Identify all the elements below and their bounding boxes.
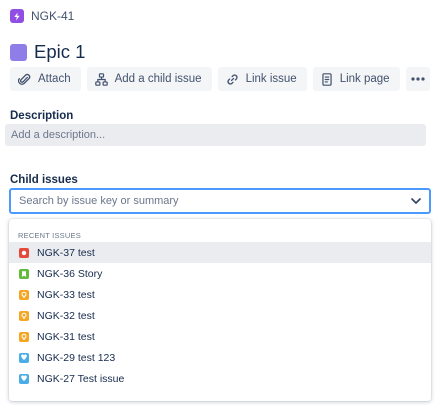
- page-icon: [322, 72, 332, 86]
- story-icon: [19, 268, 29, 279]
- list-item[interactable]: NGK-36 Story: [9, 263, 431, 284]
- list-item-label: NGK-31 test: [37, 330, 95, 343]
- child-issues-label: Child issues: [10, 174, 78, 186]
- list-item-label: NGK-37 test: [37, 246, 95, 259]
- list-item-label: NGK-32 test: [37, 309, 95, 322]
- recent-issues-dropdown: RECENT ISSUES NGK-37 test NGK-36 Story N…: [9, 219, 431, 401]
- list-item[interactable]: NGK-32 test: [9, 305, 431, 326]
- add-child-issue-button[interactable]: Add a child issue: [86, 67, 212, 91]
- link-page-label: Link page: [339, 73, 390, 85]
- issue-toolbar: Attach Add a child issue Link issue Link…: [10, 67, 430, 91]
- list-item-label: NGK-33 test: [37, 288, 95, 301]
- list-item[interactable]: NGK-29 test 123: [9, 347, 431, 368]
- list-item-label: NGK-27 Test issue: [37, 372, 125, 385]
- chevron-down-icon[interactable]: [411, 198, 421, 204]
- description-field[interactable]: Add a description...: [5, 124, 426, 146]
- list-item-label: NGK-36 Story: [37, 267, 103, 280]
- link-page-button[interactable]: Link page: [312, 67, 400, 91]
- improvement-icon: [19, 289, 29, 300]
- list-item[interactable]: NGK-31 test: [9, 326, 431, 347]
- list-item-label: NGK-29 test 123: [37, 351, 116, 364]
- search-input[interactable]: [19, 195, 411, 207]
- subtask-lightning-icon: [10, 9, 24, 23]
- add-child-issue-label: Add a child issue: [114, 73, 202, 85]
- breadcrumb: NGK-41: [10, 8, 74, 24]
- epic-icon: [10, 43, 27, 61]
- feedback-icon: [19, 373, 29, 384]
- recent-issues-header: RECENT ISSUES: [18, 231, 81, 240]
- attach-button[interactable]: Attach: [10, 67, 81, 91]
- paperclip-icon: [18, 73, 31, 85]
- bug-icon: [19, 247, 29, 258]
- list-item[interactable]: NGK-27 Test issue: [9, 368, 431, 389]
- breadcrumb-issue-key[interactable]: NGK-41: [31, 9, 74, 23]
- list-item[interactable]: NGK-37 test: [9, 242, 431, 263]
- child-issue-search: [9, 188, 431, 214]
- feedback-icon: [19, 352, 29, 363]
- attach-label: Attach: [38, 73, 71, 85]
- link-issue-label: Link issue: [245, 73, 297, 85]
- description-label: Description: [10, 110, 74, 122]
- link-icon: [227, 73, 238, 85]
- list-item[interactable]: NGK-33 test: [9, 284, 431, 305]
- issue-title-row: Epic 1: [10, 41, 85, 63]
- improvement-icon: [19, 310, 29, 321]
- page-title[interactable]: Epic 1: [34, 41, 85, 63]
- improvement-icon: [19, 331, 29, 342]
- link-issue-button[interactable]: Link issue: [217, 67, 307, 91]
- hierarchy-icon: [94, 72, 108, 86]
- more-actions-button[interactable]: [405, 67, 430, 91]
- more-icon: [410, 77, 425, 81]
